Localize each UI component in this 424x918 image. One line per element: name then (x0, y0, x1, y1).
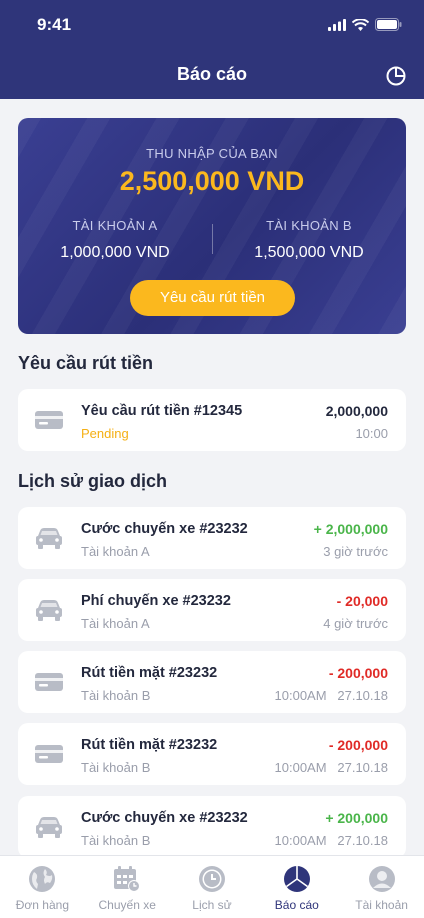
account-b: TÀI KHOẢN B 1,500,000 VND (212, 218, 406, 262)
user-icon (368, 866, 395, 892)
tab-label: Lịch sử (192, 898, 232, 912)
pie-chart-icon[interactable] (386, 66, 406, 86)
transaction-account: Tài khoản B (81, 760, 151, 775)
bottom-tab-bar: Đơn hàng Chuyến xe Lịch sử Báo cáo Tài k… (0, 855, 424, 918)
account-a-value: 1,000,000 VND (60, 244, 170, 261)
transaction-item[interactable]: Rút tiền mặt #23232 Tài khoản B - 200,00… (18, 651, 406, 713)
history-section-title: Lịch sử giao dịch (18, 471, 168, 491)
transaction-item[interactable]: Cước chuyến xe #23232 Tài khoản B + 200,… (18, 796, 406, 858)
card-icon (35, 673, 63, 691)
transaction-time: 10:00AM 27.10.18 (274, 760, 388, 775)
globe-icon (29, 866, 56, 892)
tab-label: Tài khoản (355, 898, 408, 912)
tab-label: Báo cáo (274, 898, 319, 912)
transaction-amount: - 20,000 (336, 593, 388, 609)
transaction-name: Phí chuyến xe #23232 (81, 593, 231, 609)
card-icon (35, 745, 63, 763)
transaction-name: Rút tiền mặt #23232 (81, 665, 218, 681)
transaction-name: Cước chuyến xe #23232 (81, 521, 248, 537)
tab-account[interactable]: Tài khoản (339, 856, 424, 918)
tab-reports[interactable]: Báo cáo (254, 856, 339, 918)
transaction-name: Rút tiền mặt #23232 (81, 737, 218, 753)
car-icon (36, 528, 62, 549)
transaction-amount: + 200,000 (325, 810, 388, 826)
car-icon (36, 817, 62, 838)
status-icons (328, 18, 402, 31)
account-a-label: TÀI KHOẢN A (72, 218, 158, 233)
transaction-account: Tài khoản A (81, 616, 150, 631)
transaction-amount: - 200,000 (328, 665, 388, 681)
pie-chart-icon (283, 866, 310, 892)
status-time: 9:41 (37, 15, 72, 34)
tab-trips[interactable]: Chuyến xe (85, 856, 170, 918)
clock-icon (198, 866, 225, 892)
transaction-time: 3 giờ trước (323, 544, 388, 559)
withdraw-request-item[interactable]: Yêu cầu rút tiền #12345 Pending 2,000,00… (18, 389, 406, 451)
withdraw-item-name: Yêu cầu rút tiền #12345 (81, 403, 243, 419)
tab-label: Chuyến xe (98, 898, 156, 912)
transaction-account: Tài khoản A (81, 544, 150, 559)
income-label: THU NHẬP CỦA BẠN (146, 146, 278, 161)
transaction-amount: + 2,000,000 (313, 521, 388, 537)
transaction-account: Tài khoản B (81, 688, 151, 703)
withdraw-section-title: Yêu cầu rút tiền (18, 353, 154, 373)
wifi-icon (352, 18, 369, 31)
battery-icon (375, 18, 402, 31)
withdraw-item-amount: 2,000,000 (325, 403, 388, 419)
income-summary-card: THU NHẬP CỦA BẠN 2,500,000 VND TÀI KHOẢN… (18, 118, 406, 334)
transaction-item[interactable]: Rút tiền mặt #23232 Tài khoản B - 200,00… (18, 723, 406, 785)
withdraw-item-status: Pending (81, 426, 129, 441)
transaction-name: Cước chuyến xe #23232 (81, 810, 248, 826)
account-a: TÀI KHOẢN A 1,000,000 VND (18, 218, 212, 262)
transaction-time: 4 giờ trước (323, 616, 388, 631)
transaction-time: 10:00AM 27.10.18 (274, 688, 388, 703)
income-value: 2,500,000 VND (119, 166, 305, 196)
account-b-label: TÀI KHOẢN B (266, 218, 352, 233)
status-bar: 9:41 (0, 0, 424, 50)
transaction-item[interactable]: Phí chuyến xe #23232 Tài khoản A - 20,00… (18, 579, 406, 641)
tab-label: Đơn hàng (15, 898, 70, 912)
transaction-item[interactable]: Cước chuyến xe #23232 Tài khoản A + 2,00… (18, 507, 406, 569)
account-b-value: 1,500,000 VND (254, 244, 364, 261)
page-title: Báo cáo (176, 64, 248, 84)
transaction-amount: - 200,000 (328, 737, 388, 753)
tab-orders[interactable]: Đơn hàng (0, 856, 85, 918)
transaction-account: Tài khoản B (81, 833, 151, 848)
calendar-icon (114, 866, 141, 892)
app-header: 9:41 Báo cáo (0, 0, 424, 99)
withdraw-item-time: 10:00 (355, 426, 388, 441)
signal-icon (328, 18, 346, 31)
withdraw-request-button[interactable]: Yêu cầu rút tiền (130, 280, 295, 316)
card-icon (35, 411, 63, 429)
car-icon (36, 600, 62, 621)
transaction-time: 10:00AM 27.10.18 (274, 833, 388, 848)
tab-history[interactable]: Lịch sử (170, 856, 255, 918)
